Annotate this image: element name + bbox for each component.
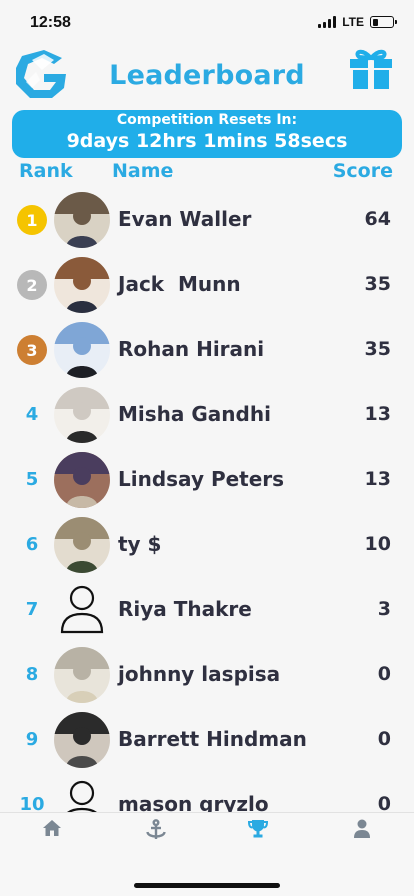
player-score: 64	[364, 208, 391, 230]
leaderboard-list[interactable]: 1 Evan Waller 64 2 Jack Munn 35 3 Rohan Hirani 3…	[0, 188, 414, 812]
rank-medal-badge: 3	[17, 335, 47, 365]
leaderboard-row[interactable]: 6 ty $ 10	[0, 513, 414, 578]
leaderboard-row[interactable]: 9 Barrett Hindman 0	[0, 708, 414, 773]
user-outline-icon	[58, 584, 106, 636]
column-headers: Rank Name Score	[0, 160, 414, 186]
profile-icon	[354, 819, 370, 838]
rank-medal-badge: 1	[17, 205, 47, 235]
leaderboard-row[interactable]: 4 Misha Gandhi 13	[0, 383, 414, 448]
leaderboard-row[interactable]: 1 Evan Waller 64	[0, 188, 414, 253]
name-column-header: Name	[112, 160, 174, 182]
score-column-header: Score	[332, 160, 393, 182]
player-name: Riya Thakre	[118, 597, 252, 621]
tab-home[interactable]	[32, 819, 72, 845]
player-score: 35	[364, 338, 391, 360]
avatar	[54, 322, 110, 378]
player-name: Lindsay Peters	[118, 467, 285, 491]
rank-number: 5	[25, 469, 39, 490]
home-icon	[43, 820, 61, 836]
player-name: Rohan Hirani	[118, 337, 265, 361]
player-name: ty $	[118, 532, 162, 556]
rank-number: 8	[25, 664, 39, 685]
reset-countdown-banner: Competition Resets In: 9days 12hrs 1mins…	[12, 110, 402, 158]
rank-number: 6	[25, 534, 39, 555]
avatar	[54, 192, 110, 248]
rank-number: 10	[19, 794, 45, 812]
user-outline-icon	[58, 779, 106, 812]
status-time: 12:58	[30, 14, 71, 31]
status-indicators: LTE	[318, 15, 397, 29]
tab-leaderboard[interactable]	[238, 819, 278, 845]
player-score: 0	[377, 663, 391, 685]
player-score: 13	[364, 403, 391, 425]
header: Leaderboard	[0, 44, 414, 104]
network-label: LTE	[342, 15, 364, 29]
avatar	[54, 517, 110, 573]
player-score: 0	[377, 793, 391, 812]
avatar	[54, 257, 110, 313]
leaderboard-row[interactable]: 2 Jack Munn 35	[0, 253, 414, 318]
avatar	[54, 712, 110, 768]
battery-icon	[370, 16, 397, 28]
anchor-icon	[146, 819, 166, 839]
rank-number: 7	[25, 599, 39, 620]
player-name: Misha Gandhi	[118, 402, 271, 426]
signal-icon	[318, 16, 337, 28]
countdown-label: Competition Resets In:	[116, 112, 298, 128]
status-bar: 12:58 LTE	[0, 0, 414, 44]
rank-number: 9	[25, 729, 39, 750]
leaderboard-row[interactable]: 10 mason gryzlo 0	[0, 773, 414, 812]
player-name: johnny laspisa	[118, 662, 281, 686]
leaderboard-row[interactable]: 5 Lindsay Peters 13	[0, 448, 414, 513]
player-name: Barrett Hindman	[118, 727, 307, 751]
trophy-icon	[247, 820, 269, 838]
countdown-value: 9days 12hrs 1mins 58secs	[66, 130, 348, 152]
rank-medal-badge: 2	[17, 270, 47, 300]
player-name: Evan Waller	[118, 207, 252, 231]
avatar	[54, 647, 110, 703]
tab-bar	[0, 812, 414, 896]
player-score: 35	[364, 273, 391, 295]
tab-anchor[interactable]	[136, 819, 176, 845]
player-score: 0	[377, 728, 391, 750]
rank-column-header: Rank	[19, 160, 73, 182]
player-score: 13	[364, 468, 391, 490]
leaderboard-row[interactable]: 7 Riya Thakre 3	[0, 578, 414, 643]
gift-icon[interactable]	[348, 46, 394, 90]
avatar	[54, 387, 110, 443]
player-name: Jack Munn	[118, 272, 241, 296]
leaderboard-row[interactable]: 3 Rohan Hirani 35	[0, 318, 414, 383]
home-indicator	[134, 883, 280, 888]
player-score: 3	[377, 598, 391, 620]
tab-profile[interactable]	[342, 819, 382, 845]
avatar	[54, 452, 110, 508]
rank-number: 4	[25, 404, 39, 425]
player-name: mason gryzlo	[118, 792, 269, 812]
player-score: 10	[364, 533, 391, 555]
leaderboard-row[interactable]: 8 johnny laspisa 0	[0, 643, 414, 708]
